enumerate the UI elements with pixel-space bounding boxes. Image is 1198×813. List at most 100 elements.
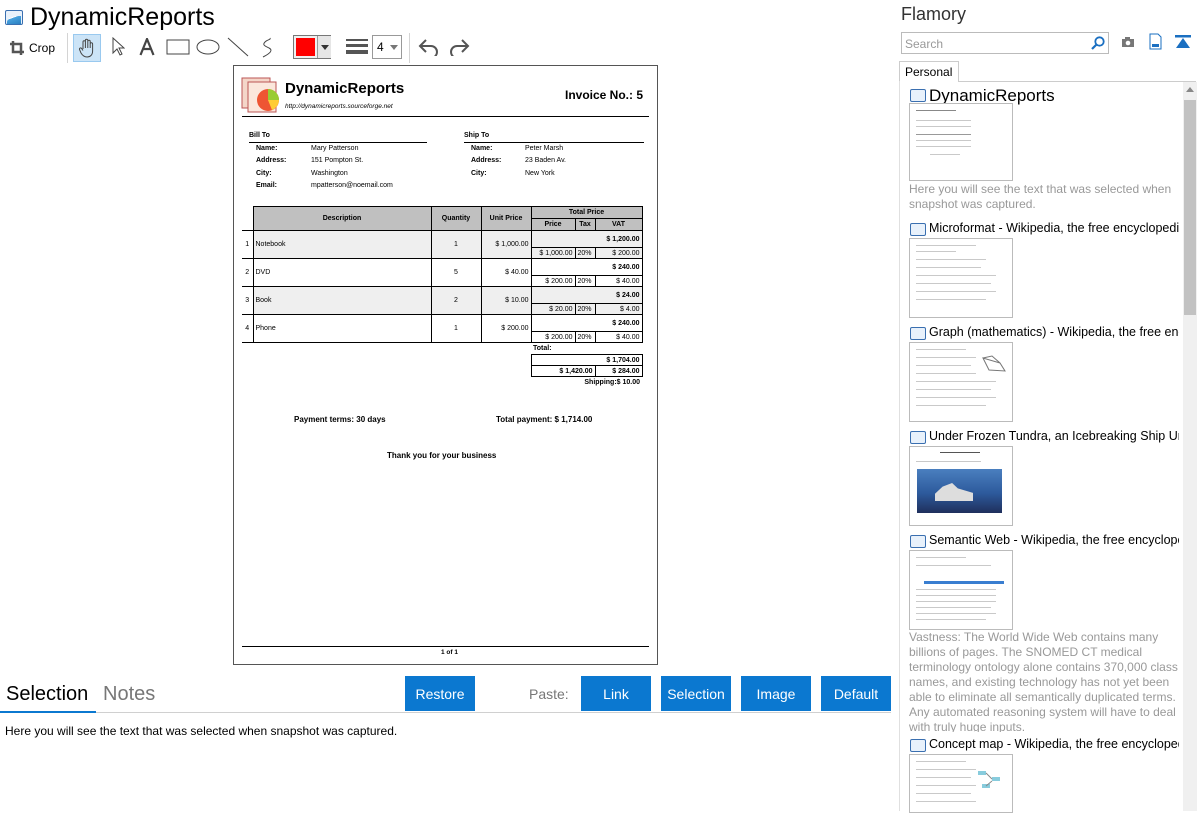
table-row: 2 DVD 5 $ 40.00 $ 240.00 bbox=[242, 258, 643, 287]
line-width-select[interactable]: 4 bbox=[372, 35, 402, 59]
total-price-sum: $ 1,420.00 bbox=[530, 365, 596, 377]
page-icon bbox=[910, 739, 926, 752]
page-icon bbox=[910, 431, 926, 444]
selection-text[interactable]: Here you will see the text that was sele… bbox=[5, 724, 397, 738]
row-vat: $ 40.00 bbox=[594, 275, 643, 287]
redo-button[interactable] bbox=[446, 34, 472, 60]
col-description: Description bbox=[252, 206, 432, 231]
report-brand: DynamicReports bbox=[285, 80, 405, 97]
sidebar-item-title[interactable]: Graph (mathematics) - Wikipedia, the fre… bbox=[929, 325, 1179, 339]
row-vat: $ 200.00 bbox=[594, 247, 643, 259]
row-tax: 20% bbox=[574, 247, 596, 259]
pointer-icon bbox=[112, 37, 125, 56]
row-price: $ 200.00 bbox=[530, 331, 576, 343]
crop-button[interactable]: Crop bbox=[6, 35, 58, 61]
sidebar-item-thumbnail[interactable] bbox=[909, 238, 1013, 318]
tab-personal[interactable]: Personal bbox=[899, 61, 959, 82]
scrollbar-thumb[interactable] bbox=[1184, 100, 1196, 315]
crop-icon bbox=[9, 41, 24, 55]
sidebar-item-title[interactable]: Microformat - Wikipedia, the free encycl… bbox=[929, 221, 1179, 235]
bill-name: Mary Patterson bbox=[311, 145, 359, 152]
search-icon bbox=[1091, 36, 1105, 50]
ellipse-tool[interactable] bbox=[195, 34, 221, 60]
color-picker[interactable] bbox=[293, 35, 331, 59]
ship-address-label: Address: bbox=[471, 157, 502, 164]
sidebar-item-title[interactable]: Concept map - Wikipedia, the free encycl… bbox=[929, 737, 1179, 751]
camera-icon[interactable] bbox=[1121, 36, 1135, 48]
text-tool[interactable] bbox=[135, 34, 159, 60]
invoice-table: Description Quantity Unit Price Total Pr… bbox=[242, 206, 643, 388]
rectangle-tool[interactable] bbox=[165, 34, 191, 60]
total-label: Total: bbox=[531, 342, 642, 355]
row-unit-price: $ 200.00 bbox=[480, 314, 532, 343]
text-icon bbox=[139, 38, 155, 56]
chevron-up-icon[interactable] bbox=[1186, 87, 1194, 92]
bill-city: Washington bbox=[311, 170, 348, 177]
select-tool[interactable] bbox=[106, 34, 130, 60]
ellipse-icon bbox=[196, 39, 220, 55]
tab-notes[interactable]: Notes bbox=[103, 683, 155, 706]
sidebar-item-thumbnail[interactable] bbox=[909, 342, 1013, 422]
bill-address: 151 Pompton St. bbox=[311, 157, 364, 164]
squiggle-icon bbox=[262, 37, 272, 58]
row-description: DVD bbox=[252, 258, 432, 287]
paste-image-button[interactable]: Image bbox=[741, 676, 811, 711]
restore-button[interactable]: Restore bbox=[405, 676, 475, 711]
sidebar-item-title[interactable]: Under Frozen Tundra, an Icebreaking Ship… bbox=[929, 429, 1179, 443]
sidebar-item-thumbnail[interactable] bbox=[909, 103, 1013, 181]
table-row: 4 Phone 1 $ 200.00 $ 240.00 bbox=[242, 314, 643, 343]
paste-selection-button[interactable]: Selection bbox=[661, 676, 731, 711]
table-row: 1 Notebook 1 $ 1,000.00 $ 1,200.00 bbox=[242, 230, 643, 259]
col-quantity: Quantity bbox=[430, 206, 482, 231]
row-price: $ 200.00 bbox=[530, 275, 576, 287]
hand-tool[interactable] bbox=[73, 34, 101, 62]
ship-city-label: City: bbox=[471, 170, 487, 177]
ship-address: 23 Baden Av. bbox=[525, 157, 566, 164]
document-icon[interactable] bbox=[1149, 33, 1162, 50]
page-number: 1 of 1 bbox=[441, 649, 458, 656]
sidebar-item-thumbnail[interactable] bbox=[909, 446, 1013, 526]
line-tool[interactable] bbox=[225, 34, 251, 60]
thank-you: Thank you for your business bbox=[387, 451, 497, 460]
row-vat: $ 4.00 bbox=[594, 303, 643, 315]
search-input[interactable]: Search bbox=[901, 32, 1109, 54]
redo-icon bbox=[450, 39, 470, 56]
undo-button[interactable] bbox=[416, 34, 442, 60]
collapse-top-icon[interactable] bbox=[1175, 35, 1191, 49]
freehand-tool[interactable] bbox=[255, 34, 281, 60]
sidebar-title: Flamory bbox=[901, 4, 967, 24]
app-icon bbox=[5, 10, 23, 25]
sidebar-item-description: Here you will see the text that was sele… bbox=[909, 182, 1172, 211]
table-row: 3 Book 2 $ 10.00 $ 24.00 bbox=[242, 286, 643, 315]
bill-to-heading: Bill To bbox=[249, 132, 270, 139]
sidebar-item-title[interactable]: Semantic Web - Wikipedia, the free encyc… bbox=[929, 533, 1179, 547]
col-tax: Tax bbox=[574, 218, 596, 231]
scrollbar-track[interactable] bbox=[1183, 82, 1197, 811]
sidebar-item-thumbnail[interactable] bbox=[909, 754, 1013, 813]
row-tax: 20% bbox=[574, 303, 596, 315]
tab-selection[interactable]: Selection bbox=[6, 683, 88, 706]
report-preview: DynamicReports http://dynamicreports.sou… bbox=[233, 65, 658, 665]
paste-link-button[interactable]: Link bbox=[581, 676, 651, 711]
col-total-price: Total Price bbox=[530, 206, 643, 219]
shipping: Shipping:$ 10.00 bbox=[584, 378, 640, 386]
row-unit-price: $ 10.00 bbox=[480, 286, 532, 315]
row-total: $ 240.00 bbox=[530, 314, 643, 332]
crop-label: Crop bbox=[28, 41, 55, 55]
sidebar-item-description: Vastness: The World Wide Web contains ma… bbox=[909, 630, 1178, 732]
chevron-down-icon bbox=[390, 45, 398, 50]
row-description: Book bbox=[252, 286, 432, 315]
row-tax: 20% bbox=[574, 331, 596, 343]
search-placeholder: Search bbox=[905, 37, 944, 51]
row-price: $ 20.00 bbox=[530, 303, 576, 315]
paste-default-button[interactable]: Default bbox=[821, 676, 891, 711]
paste-label: Paste: bbox=[529, 686, 569, 702]
row-total: $ 1,200.00 bbox=[530, 230, 643, 248]
row-number: 3 bbox=[242, 286, 254, 315]
row-number: 1 bbox=[242, 230, 254, 259]
sidebar-item-thumbnail[interactable] bbox=[909, 550, 1013, 630]
row-quantity: 1 bbox=[430, 230, 482, 259]
col-price: Price bbox=[530, 218, 576, 231]
row-total: $ 240.00 bbox=[530, 258, 643, 276]
hand-icon bbox=[78, 38, 94, 58]
